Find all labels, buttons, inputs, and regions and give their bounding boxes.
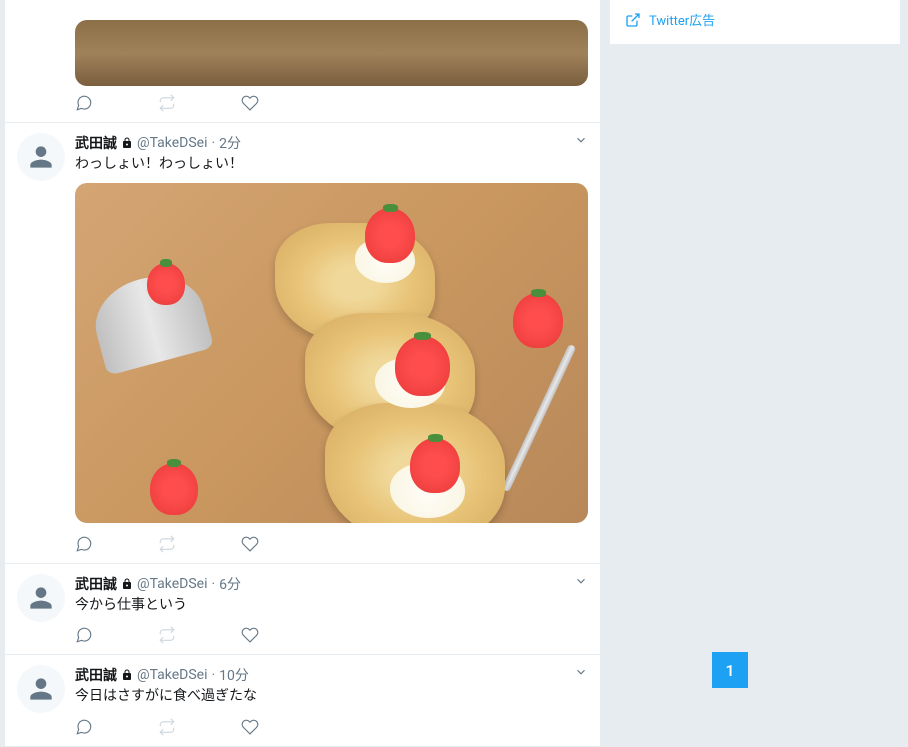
like-button[interactable] [241,718,259,736]
tweet[interactable]: 武田誠 @TakeDSei · 2分 わっしょい！わっしょい！ [5,123,600,564]
reply-button[interactable] [75,718,93,736]
tweet-menu-button[interactable] [574,133,588,151]
like-button[interactable] [241,94,259,112]
tweet-image[interactable] [75,183,588,523]
tweet-author-name[interactable]: 武田誠 [75,574,117,594]
tweet-text: 今から仕事という [75,596,588,614]
tweet-handle[interactable]: @TakeDSei [137,135,207,151]
twitter-ad-link[interactable]: Twitter広告 [625,10,885,29]
avatar[interactable] [17,574,65,622]
tweet[interactable]: 武田誠 @TakeDSei · 10分 今日はさすがに食べ過ぎたな [5,655,600,746]
tweet-actions [75,535,588,553]
sidebar: Twitter広告 [610,0,900,747]
reply-button[interactable] [75,94,93,112]
retweet-button[interactable] [158,94,176,112]
tweet-actions [75,718,588,736]
avatar[interactable] [17,133,65,181]
lock-icon [121,669,133,681]
tweet-timestamp[interactable]: 10分 [219,665,249,685]
sidebar-card: Twitter広告 [610,0,900,44]
tweet-author-name[interactable]: 武田誠 [75,665,117,685]
tweet-menu-button[interactable] [574,574,588,592]
avatar[interactable] [17,665,65,713]
tweet-meta: 武田誠 @TakeDSei · 2分 [75,133,588,153]
lock-icon [121,578,133,590]
tweet-image[interactable] [75,20,588,86]
tweet-timestamp[interactable]: 6分 [219,574,241,594]
tweet-text: わっしょい！わっしょい！ [75,155,588,173]
tweet-partial [5,0,600,123]
tweet-handle[interactable]: @TakeDSei [137,576,207,592]
like-button[interactable] [241,626,259,644]
tweet-menu-button[interactable] [574,665,588,683]
tweet-text: 今日はさすがに食べ過ぎたな [75,687,588,705]
retweet-button[interactable] [158,535,176,553]
twitter-ad-label: Twitter広告 [649,10,715,29]
external-link-icon [625,12,641,28]
tweet-meta: 武田誠 @TakeDSei · 6分 [75,574,588,594]
tweet[interactable]: 武田誠 @TakeDSei · 6分 今から仕事という [5,564,600,655]
reply-button[interactable] [75,626,93,644]
tweet-timestamp[interactable]: 2分 [219,133,241,153]
retweet-button[interactable] [158,718,176,736]
tweet-actions [17,94,588,112]
tweet-actions [75,626,588,644]
tweet-author-name[interactable]: 武田誠 [75,133,117,153]
reply-button[interactable] [75,535,93,553]
like-button[interactable] [241,535,259,553]
tweet-handle[interactable]: @TakeDSei [137,667,207,683]
lock-icon [121,137,133,149]
timeline: 武田誠 @TakeDSei · 2分 わっしょい！わっしょい！ [5,0,600,747]
tweet-meta: 武田誠 @TakeDSei · 10分 [75,665,588,685]
retweet-button[interactable] [158,626,176,644]
page-number-badge[interactable]: 1 [712,652,748,688]
